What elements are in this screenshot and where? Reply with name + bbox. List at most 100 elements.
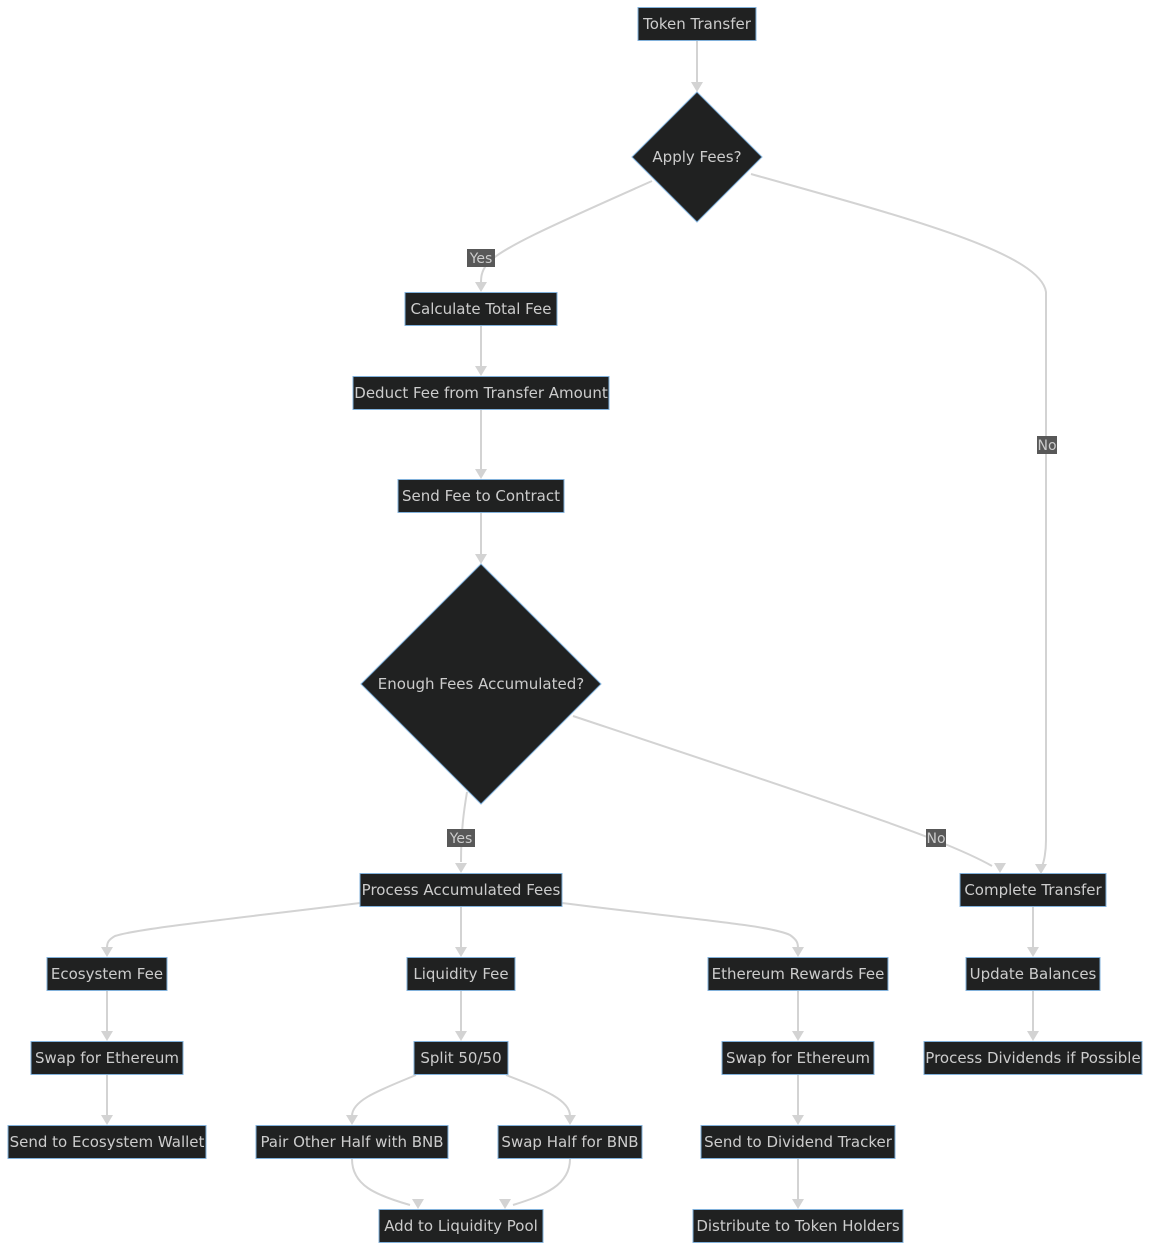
edge-process-accumulated-fees-to-ethereum-rewards-fee — [561, 902, 804, 957]
edge-apply-fees-to-calculate-total-fee — [475, 180, 653, 292]
node-label: Enough Fees Accumulated? — [378, 675, 584, 693]
node-label: Complete Transfer — [964, 881, 1102, 899]
arrowhead-icon — [792, 1115, 804, 1125]
arrowhead-icon — [346, 1115, 358, 1125]
node-process-accumulated-fees[interactable]: Process Accumulated Fees — [359, 873, 563, 907]
arrowhead-icon — [101, 1115, 113, 1125]
edge-swap-for-ethereum-to-send-to-ecosystem-wallet — [101, 1075, 113, 1125]
edge-line — [460, 791, 468, 863]
node-label: Ethereum Rewards Fee — [712, 965, 885, 983]
edge-line — [106, 902, 361, 949]
edge-process-accumulated-fees-to-ecosystem-fee — [101, 902, 361, 957]
node-swap-for-ethereum[interactable]: Swap for Ethereum — [30, 1041, 184, 1075]
arrowhead-icon — [1027, 1031, 1039, 1041]
edge-enough-fees-accumulated-to-complete-transfer — [572, 715, 1006, 873]
edge-swap-for-ethereum-to-send-to-dividend-tracker — [792, 1075, 804, 1125]
edge-swap-half-for-bnb-to-add-to-liquidity-pool — [499, 1158, 571, 1209]
edge-label-text: Yes — [449, 831, 473, 847]
node-liquidity-fee[interactable]: Liquidity Fee — [406, 957, 516, 991]
edge-label-text: Yes — [469, 251, 493, 267]
node-token-transfer[interactable]: Token Transfer — [637, 7, 757, 41]
edge-update-balances-to-process-dividends-if-possible — [1027, 991, 1039, 1041]
node-label: Distribute to Token Holders — [696, 1217, 899, 1235]
arrowhead-icon — [455, 947, 467, 957]
arrowhead-icon — [475, 554, 487, 564]
node-send-to-ecosystem-wallet[interactable]: Send to Ecosystem Wallet — [7, 1125, 207, 1159]
node-complete-transfer[interactable]: Complete Transfer — [959, 873, 1107, 907]
arrowhead-icon — [1035, 864, 1047, 874]
node-send-to-dividend-tracker[interactable]: Send to Dividend Tracker — [700, 1125, 896, 1159]
edge-split-50-50-to-swap-half-for-bnb — [505, 1074, 576, 1125]
node-send-fee-to-contract[interactable]: Send Fee to Contract — [397, 479, 565, 513]
node-label: Update Balances — [970, 965, 1097, 983]
node-label: Send to Dividend Tracker — [704, 1133, 893, 1151]
arrowhead-icon — [499, 1199, 511, 1209]
node-label: Token Transfer — [642, 15, 752, 33]
edge-deduct-fee-from-transfer-amount-to-send-fee-to-contract — [475, 410, 487, 479]
edge-labels-layer: Yes No Yes No — [447, 249, 1057, 847]
node-process-dividends-if-possible[interactable]: Process Dividends if Possible — [923, 1041, 1143, 1075]
node-split-50-50[interactable]: Split 50/50 — [413, 1041, 509, 1075]
arrowhead-icon — [455, 863, 467, 873]
node-label: Swap for Ethereum — [726, 1049, 870, 1067]
edge-process-accumulated-fees-to-liquidity-fee — [455, 907, 467, 957]
edge-label-yes: Yes — [447, 829, 475, 847]
edge-label-no: No — [1037, 436, 1057, 454]
edge-split-50-50-to-pair-other-half-with-bnb — [346, 1074, 417, 1125]
edge-line — [351, 1158, 411, 1206]
arrowhead-icon — [564, 1115, 576, 1125]
arrowhead-icon — [691, 82, 703, 92]
node-enough-fees-accumulated[interactable]: Enough Fees Accumulated? — [360, 563, 602, 805]
node-label: Apply Fees? — [652, 148, 741, 166]
edge-line — [512, 1158, 571, 1206]
node-label: Pair Other Half with BNB — [260, 1133, 443, 1151]
edge-complete-transfer-to-update-balances — [1027, 907, 1039, 957]
node-swap-half-for-bnb[interactable]: Swap Half for BNB — [497, 1125, 643, 1159]
node-swap-for-ethereum[interactable]: Swap for Ethereum — [721, 1041, 875, 1075]
edge-pair-other-half-with-bnb-to-add-to-liquidity-pool — [351, 1158, 424, 1209]
node-label: Ecosystem Fee — [51, 965, 163, 983]
node-label: Calculate Total Fee — [411, 300, 552, 318]
node-deduct-fee-from-transfer-amount[interactable]: Deduct Fee from Transfer Amount — [352, 376, 610, 410]
node-pair-other-half-with-bnb[interactable]: Pair Other Half with BNB — [255, 1125, 449, 1159]
node-add-to-liquidity-pool[interactable]: Add to Liquidity Pool — [378, 1209, 544, 1243]
edge-send-to-dividend-tracker-to-distribute-to-token-holders — [792, 1159, 804, 1209]
node-apply-fees[interactable]: Apply Fees? — [631, 91, 763, 223]
node-label: Send to Ecosystem Wallet — [10, 1133, 205, 1151]
edge-ethereum-rewards-fee-to-swap-for-ethereum — [792, 991, 804, 1041]
edge-calculate-total-fee-to-deduct-fee-from-transfer-amount — [475, 326, 487, 376]
arrowhead-icon — [994, 863, 1006, 873]
node-label: Swap Half for BNB — [501, 1133, 638, 1151]
nodes-layer: Token Transfer Apply Fees? Calculate Total… — [7, 7, 1143, 1243]
edge-token-transfer-to-apply-fees — [691, 41, 703, 92]
node-label: Send Fee to Contract — [402, 487, 560, 505]
node-distribute-to-token-holders[interactable]: Distribute to Token Holders — [692, 1209, 904, 1243]
node-label: Swap for Ethereum — [35, 1049, 179, 1067]
arrowhead-icon — [475, 366, 487, 376]
node-calculate-total-fee[interactable]: Calculate Total Fee — [404, 292, 558, 326]
arrowhead-icon — [412, 1199, 424, 1209]
node-ethereum-rewards-fee[interactable]: Ethereum Rewards Fee — [707, 957, 889, 991]
edges-layer — [101, 41, 1047, 1209]
node-label: Process Accumulated Fees — [362, 881, 561, 899]
edge-line — [480, 180, 653, 284]
node-label: Add to Liquidity Pool — [384, 1217, 538, 1235]
edge-line — [750, 173, 1047, 867]
arrowhead-icon — [101, 1031, 113, 1041]
arrowhead-icon — [792, 947, 804, 957]
edge-line — [561, 902, 799, 949]
node-label: Process Dividends if Possible — [925, 1049, 1140, 1067]
arrowhead-icon — [1027, 947, 1039, 957]
edge-label-no: No — [926, 829, 946, 847]
arrowhead-icon — [475, 469, 487, 479]
edge-label-text: No — [926, 831, 945, 847]
edge-label-text: No — [1037, 438, 1056, 454]
node-update-balances[interactable]: Update Balances — [965, 957, 1101, 991]
edge-apply-fees-to-complete-transfer — [750, 173, 1047, 874]
edge-liquidity-fee-to-split-50-50 — [455, 991, 467, 1041]
node-label: Liquidity Fee — [413, 965, 508, 983]
edge-label-yes: Yes — [467, 249, 495, 267]
flowchart-canvas: Token Transfer Apply Fees? Calculate Total… — [7, 7, 1143, 1243]
node-ecosystem-fee[interactable]: Ecosystem Fee — [46, 957, 168, 991]
arrowhead-icon — [792, 1199, 804, 1209]
